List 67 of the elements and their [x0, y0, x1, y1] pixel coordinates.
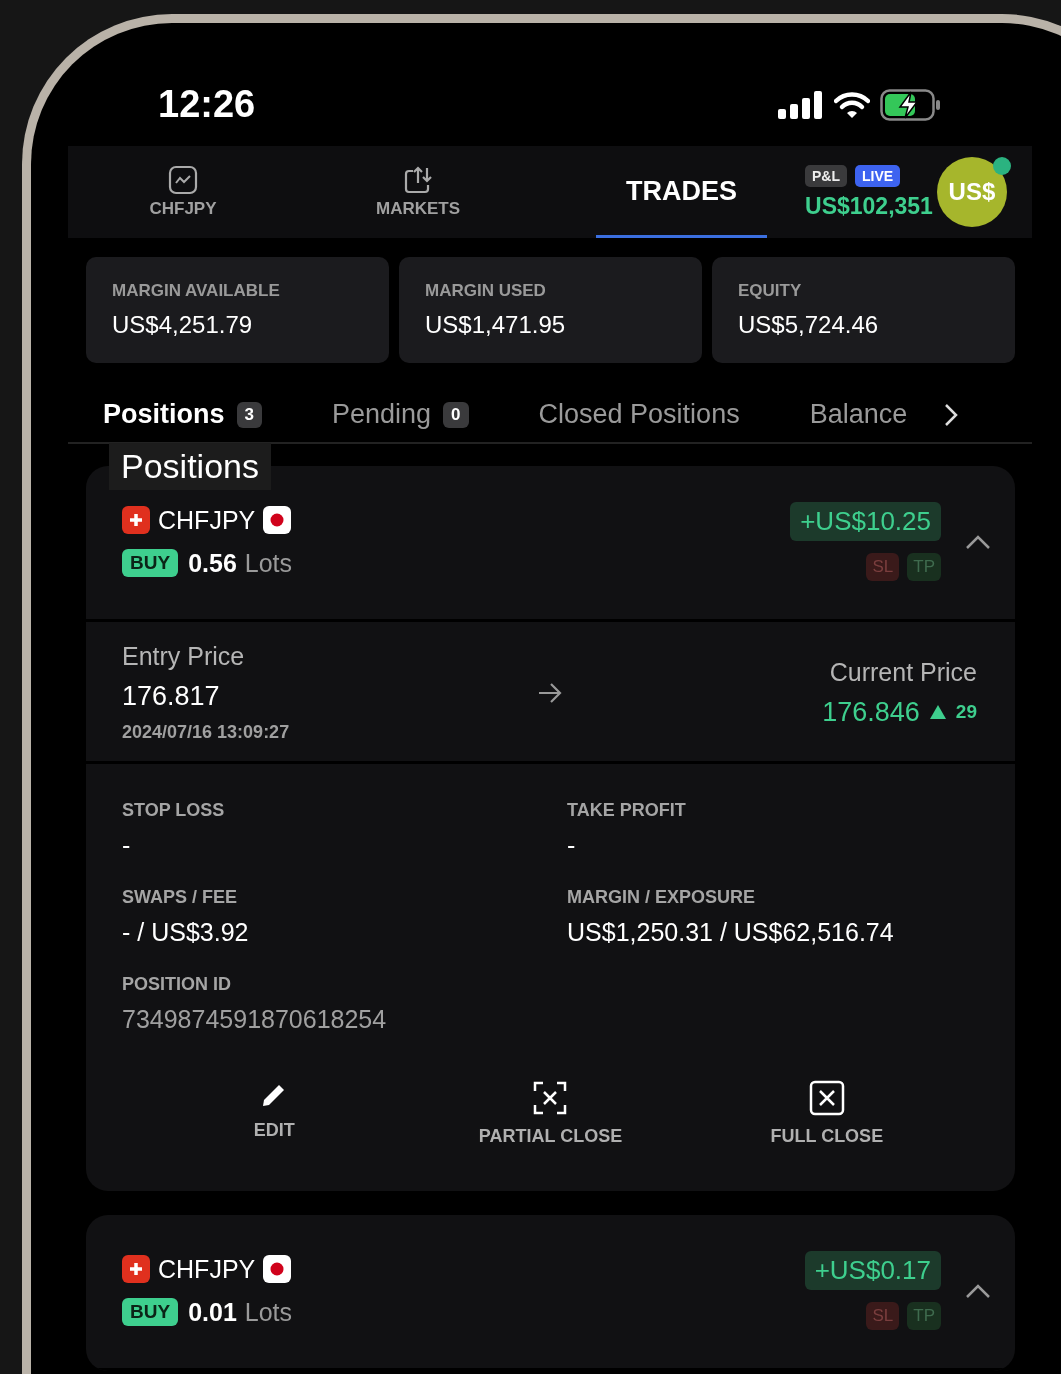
current-price-label: Current Price — [829, 657, 977, 687]
up-triangle-icon — [929, 705, 946, 719]
japan-flag-icon — [263, 506, 292, 534]
tab[interactable]: Pending 0 — [332, 399, 469, 430]
chevron-up-icon[interactable] — [965, 533, 991, 550]
symbol-name: CHFJPY — [158, 505, 256, 535]
lots-unit: Lots — [244, 1297, 293, 1327]
chart-icon — [168, 165, 198, 195]
lots-value: 0.56 — [188, 548, 237, 578]
live-badge: LIVE — [855, 164, 901, 187]
lots-value: 0.01 — [188, 1297, 237, 1327]
field-value: - / US$3.92 — [122, 918, 250, 947]
swiss-flag-icon — [122, 1255, 150, 1283]
stop-loss-badge: SL — [866, 553, 900, 581]
tab[interactable]: Balance — [809, 399, 908, 430]
action-button[interactable]: FULL CLOSE — [726, 1080, 927, 1147]
nav-tab[interactable]: MARKETS — [363, 165, 473, 219]
swiss-flag-icon — [122, 506, 150, 534]
current-price: 176.846 — [822, 696, 920, 728]
signal-icon — [778, 90, 824, 119]
nav-tab[interactable]: TRADES — [596, 146, 767, 238]
tab[interactable]: Closed Positions — [538, 399, 740, 430]
side-badge: BUY — [122, 1298, 179, 1326]
field-label: STOP LOSS — [122, 800, 226, 821]
profit-badge: +US$0.17 — [804, 1251, 941, 1290]
entry-price-label: Entry Price — [122, 642, 246, 671]
field-value: - — [122, 831, 132, 860]
battery-charging-icon — [880, 88, 942, 121]
japan-flag-icon — [263, 1255, 292, 1283]
entry-time: 2024/07/16 13:09:27 — [122, 722, 291, 743]
stop-loss-badge: SL — [866, 1302, 900, 1330]
take-profit-badge: TP — [907, 1302, 941, 1330]
summary-label: EQUITY — [738, 281, 803, 301]
pnl-badge: P&L — [805, 164, 847, 187]
nav-tab[interactable]: CHFJPY — [128, 165, 238, 219]
summary-label: MARGIN USED — [425, 281, 547, 301]
chevron-right-icon[interactable] — [943, 401, 960, 428]
take-profit-badge: TP — [907, 553, 941, 581]
transfer-icon — [403, 165, 433, 195]
summary-value: US$1,471.95 — [425, 311, 567, 339]
summary-label: MARGIN AVAILABLE — [112, 281, 281, 301]
side-badge: BUY — [122, 549, 179, 577]
field-value: US$1,250.31 / US$62,516.74 — [567, 918, 895, 947]
field-label: SWAPS / FEE — [122, 887, 239, 908]
status-time: 12:26 — [158, 83, 256, 126]
arrow-right-icon — [536, 681, 563, 704]
pnl-value: US$102,351 — [805, 192, 933, 220]
field-label: MARGIN / EXPOSURE — [567, 887, 757, 908]
field-label: TAKE PROFIT — [567, 800, 687, 821]
field-value: 7349874591870618254 — [122, 1005, 388, 1034]
lots-unit: Lots — [244, 548, 293, 578]
action-button[interactable]: EDIT — [174, 1080, 375, 1147]
partial-close-icon — [532, 1080, 569, 1116]
tooltip-label: Positions — [109, 443, 271, 490]
wifi-icon — [834, 90, 870, 119]
tab[interactable]: Positions 3 — [103, 399, 262, 430]
summary-value: US$5,724.46 — [738, 311, 880, 339]
profit-badge: +US$10.25 — [790, 502, 941, 541]
field-value: - — [567, 831, 577, 860]
chevron-up-icon[interactable] — [965, 1282, 991, 1299]
field-label: POSITION ID — [122, 974, 232, 995]
symbol-name: CHFJPY — [158, 1254, 256, 1284]
action-button[interactable]: PARTIAL CLOSE — [450, 1080, 651, 1147]
summary-value: US$4,251.79 — [112, 311, 254, 339]
close-box-icon — [808, 1080, 845, 1116]
price-change: 29 — [955, 701, 977, 723]
entry-price: 176.817 — [122, 681, 221, 712]
